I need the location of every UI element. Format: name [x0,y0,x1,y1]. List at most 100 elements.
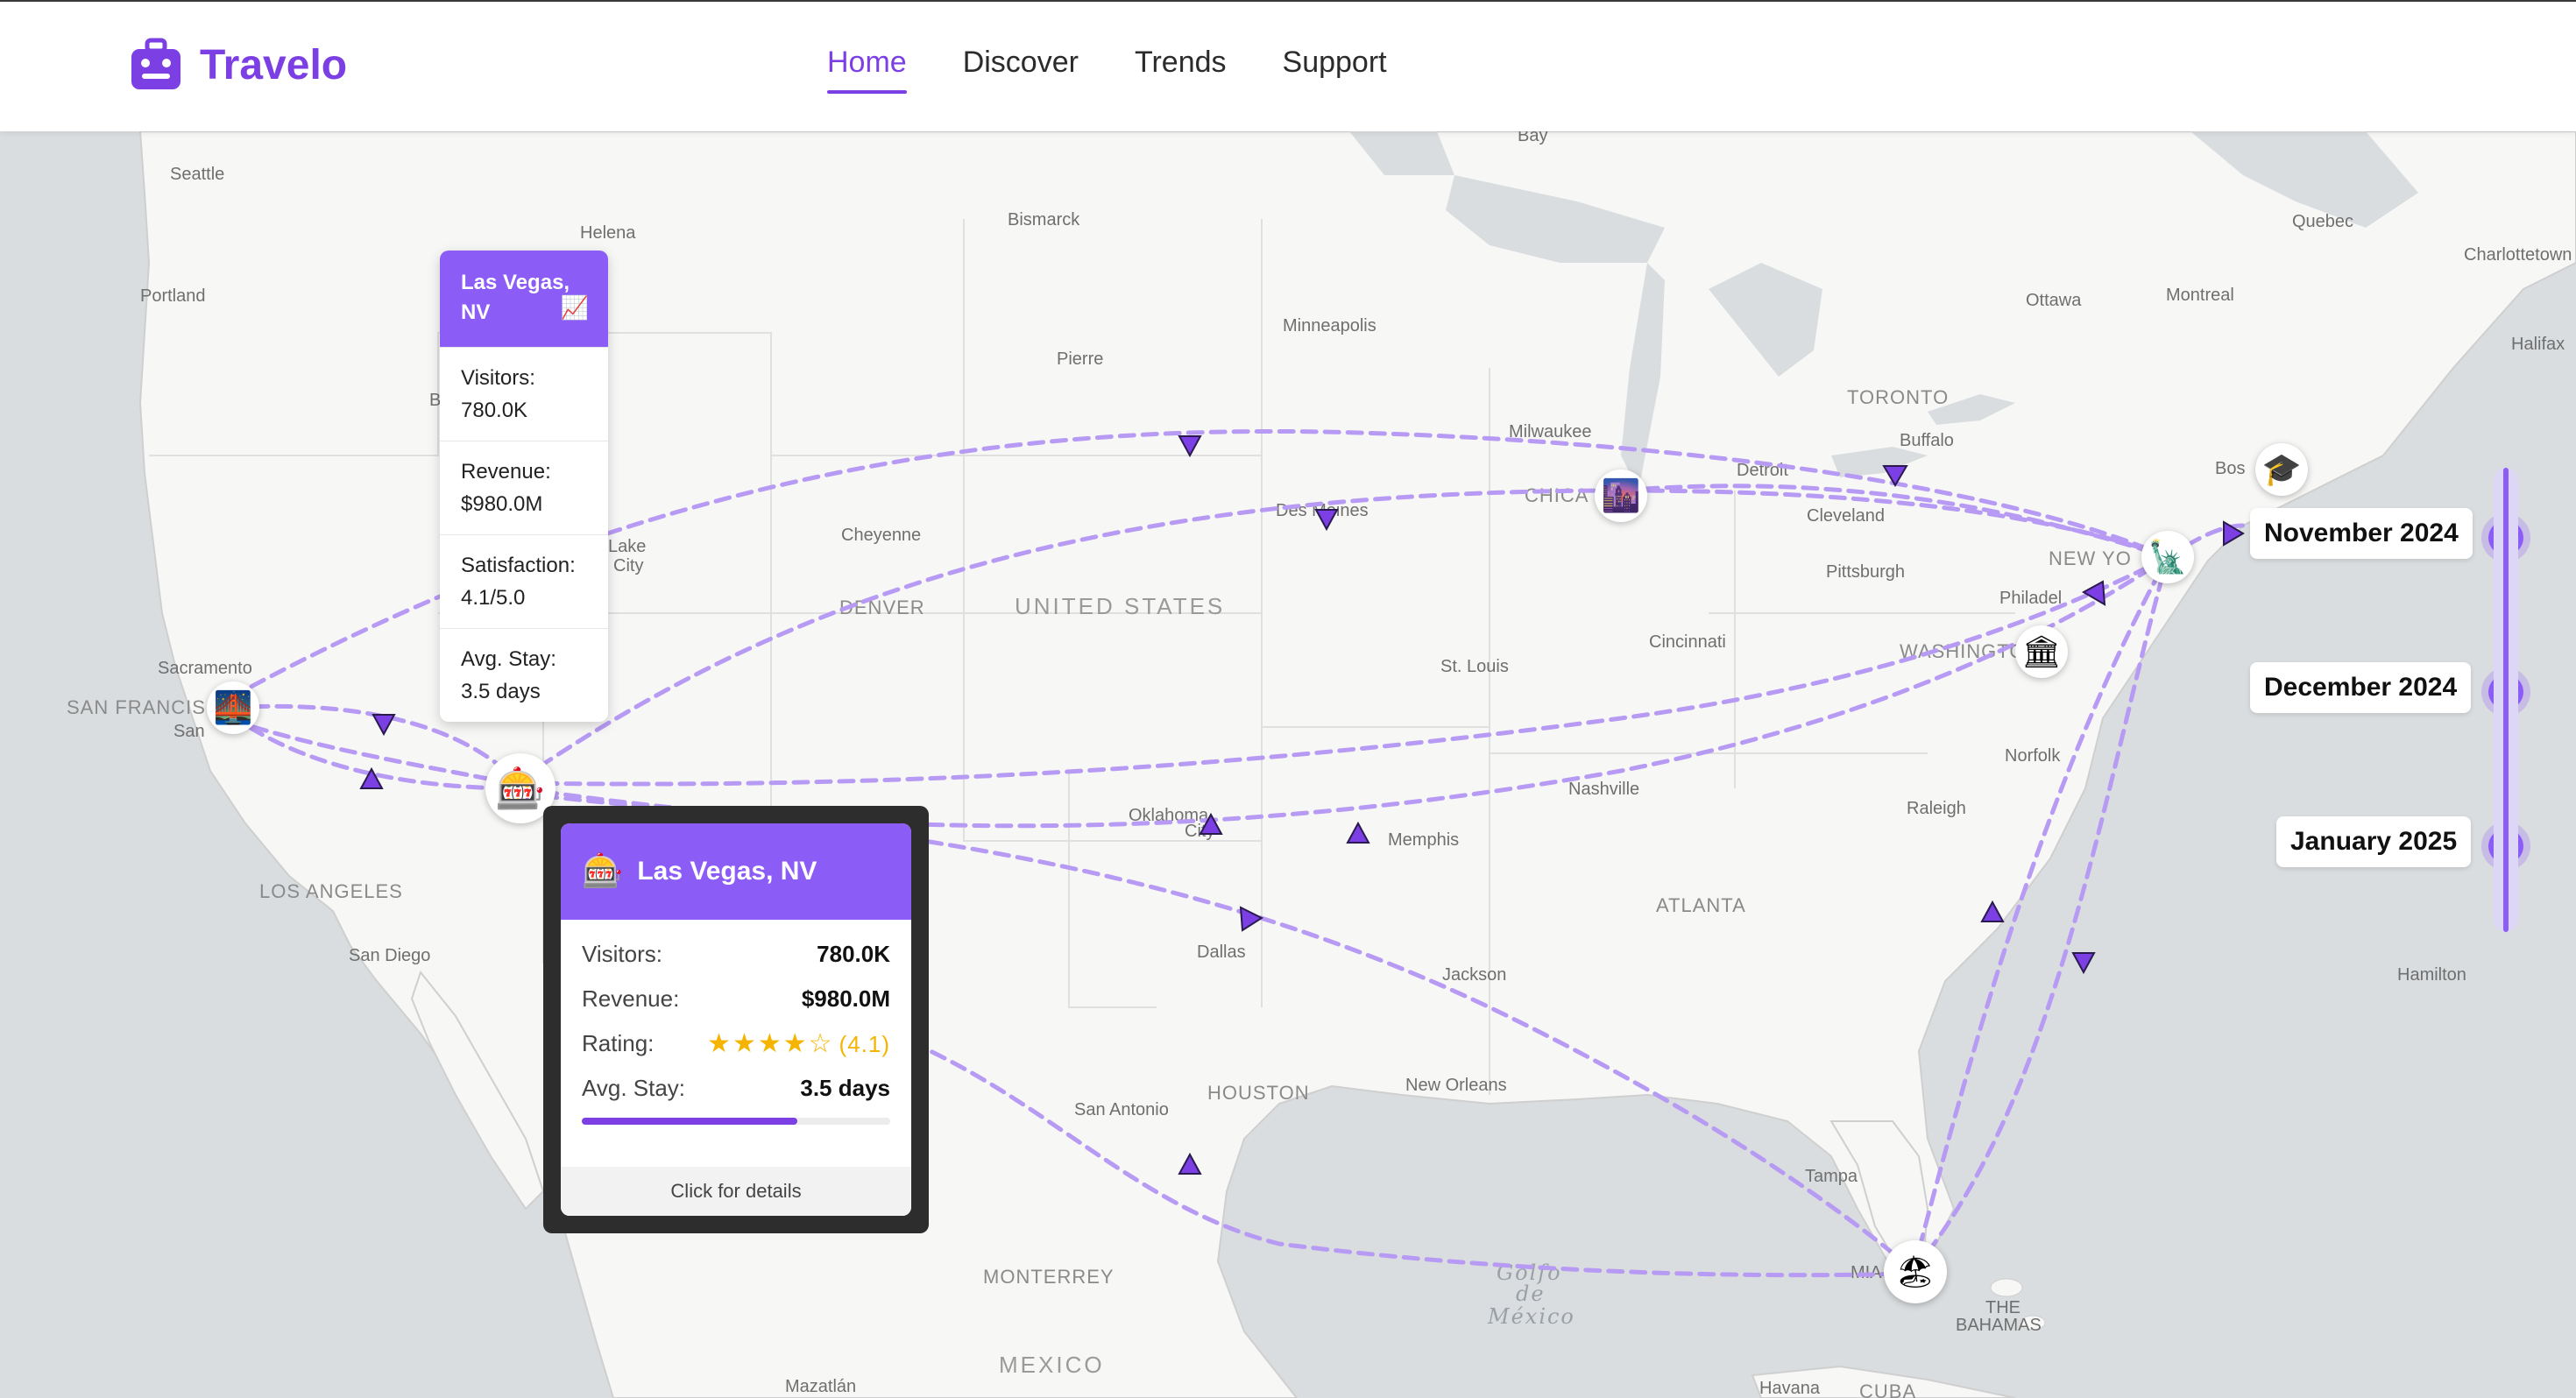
label-city: City [613,556,643,575]
tooltip-label: Satisfaction: [461,554,576,577]
popup-row-visitors: Visitors: 780.0K [561,932,911,977]
brand-name: Travelo [200,41,348,88]
label-cheyenne: Cheyenne [841,526,921,545]
label-pierre: Pierre [1057,350,1103,369]
label-halifax: Halifax [2511,335,2565,354]
popup-title: Las Vegas, NV [637,857,817,886]
timeline-label[interactable]: November 2024 [2250,508,2473,559]
miami-marker[interactable]: 🏖 [1884,1240,1947,1303]
label-washington: WASHINGTO [1900,640,2025,662]
tooltip-row-revenue: Revenue: $980.0M [440,441,608,534]
label-ottawa: Ottawa [2026,291,2082,310]
tooltip-header: Las Vegas, NV 📈 [440,251,608,347]
timeline-track[interactable] [2494,468,2518,932]
label-lake: Lake [608,537,646,556]
label-toronto: TORONTO [1847,386,1949,408]
label-san-diego: San Diego [349,946,430,965]
popup-label: Avg. Stay: [582,1075,686,1101]
label-pittsburgh: Pittsburgh [1826,562,1905,582]
popup-header: 🎰 Las Vegas, NV [561,823,911,920]
timeline-label[interactable]: December 2024 [2250,662,2472,713]
tooltip-label: Visitors: [461,366,535,390]
label-helena: Helena [580,223,636,243]
label-united-states: UNITED STATES [1015,593,1225,619]
stay-progress-bar [582,1118,890,1125]
timeline-item-jan-2025[interactable]: January 2025 [2276,816,2472,867]
popup-value: 3.5 days [800,1075,890,1101]
popup-label: Revenue: [582,985,680,1012]
tooltip-label: Revenue: [461,460,551,484]
tooltip-title: Las Vegas, NV [461,271,570,324]
timeline-label[interactable]: January 2025 [2276,816,2472,867]
chart-increasing-icon: 📈 [560,294,589,321]
label-cincinnati: Cincinnati [1649,632,1726,652]
brand-logo[interactable]: Travelo [128,37,347,93]
boston-marker[interactable]: 🎓 [2255,443,2308,496]
popup-label: Rating: [582,1030,655,1056]
star-icons: ★★★★☆ [707,1029,834,1058]
nav-support[interactable]: Support [1283,46,1387,92]
label-cuba: CUBA [1859,1380,1916,1398]
timeline-item-dec-2024[interactable]: December 2024 [2250,662,2472,713]
label-raleigh: Raleigh [1907,799,1966,818]
label-hamilton: Hamilton [2397,965,2466,985]
chicago-marker[interactable]: 🌆 [1595,470,1647,522]
san-francisco-marker[interactable]: 🌉 [207,681,259,734]
label-san-antonio: San Antonio [1074,1100,1169,1119]
suitcase-icon [131,38,180,89]
beach-umbrella-icon: 🏖 [1895,1253,1936,1289]
label-nashville: Nashville [1568,780,1639,799]
label-portland: Portland [140,286,206,306]
label-mazatlan: Mazatlán [785,1377,856,1396]
tooltip-label: Avg. Stay: [461,647,556,671]
label-buffalo: Buffalo [1900,431,1954,450]
tooltip-row-avg-stay: Avg. Stay: 3.5 days [440,628,608,722]
label-mexico-gulf: México [1487,1304,1575,1329]
label-norfolk: Norfolk [2005,746,2061,766]
label-chicago: CHICA [1525,484,1589,506]
hover-tooltip: Las Vegas, NV 📈 Visitors: 780.0K Revenue… [440,251,608,722]
label-jackson: Jackson [1442,965,1506,985]
label-cleveland: Cleveland [1807,506,1885,526]
label-new-orleans: New Orleans [1405,1076,1507,1095]
slot-machine-icon: 🎰 [495,765,546,811]
label-minneapolis: Minneapolis [1283,316,1376,335]
tooltip-value: 780.0K [461,399,528,422]
popup-label: Visitors: [582,941,662,967]
label-seattle: Seattle [170,165,224,184]
new-york-marker[interactable]: 🗽 [2141,531,2194,583]
tooltip-row-visitors: Visitors: 780.0K [440,347,608,441]
rating-value: (4.1) [839,1031,890,1057]
label-havana: Havana [1759,1379,1821,1398]
label-charlottetown: Charlottetown [2464,245,2572,265]
map-canvas[interactable]: Seattle Helena Bismarck Portland Pierre … [0,131,2576,1398]
popup-row-rating: Rating: ★★★★☆ (4.1) [561,1021,911,1066]
nav-home[interactable]: Home [827,46,907,94]
label-dallas: Dallas [1197,943,1246,962]
label-san-jose: San [173,722,205,741]
destination-popup[interactable]: 🎰 Las Vegas, NV Visitors: 780.0K Revenue… [543,806,929,1233]
nav-discover[interactable]: Discover [963,46,1079,92]
label-bay: Bay [1518,131,1547,145]
stay-progress-fill [582,1118,798,1125]
popup-value: $980.0M [801,985,890,1012]
label-the: THE [1985,1298,2020,1317]
tooltip-value: $980.0M [461,492,543,516]
timeline-item-nov-2024[interactable]: November 2024 [2250,508,2473,559]
label-montreal: Montreal [2166,286,2234,305]
label-philadelphia: Philadel [1999,589,2062,608]
statue-of-liberty-icon: 🗽 [2148,539,2188,575]
graduation-cap-icon: 🎓 [2261,451,2302,487]
map-svg: Seattle Helena Bismarck Portland Pierre … [0,131,2576,1398]
label-monterrey: MONTERREY [983,1266,1115,1288]
washington-marker[interactable]: 🏛 [2015,625,2068,678]
label-st-louis: St. Louis [1440,657,1509,676]
popup-card[interactable]: 🎰 Las Vegas, NV Visitors: 780.0K Revenue… [561,823,911,1216]
label-bismarck: Bismarck [1008,210,1080,229]
nav-trends[interactable]: Trends [1135,46,1227,92]
label-atlanta: ATLANTA [1656,894,1746,916]
app-header: Travelo Home Discover Trends Support [0,2,2576,131]
label-los-angeles: LOS ANGELES [259,880,403,902]
click-for-details-button[interactable]: Click for details [561,1167,911,1216]
rating-stars: ★★★★☆ (4.1) [707,1028,890,1059]
